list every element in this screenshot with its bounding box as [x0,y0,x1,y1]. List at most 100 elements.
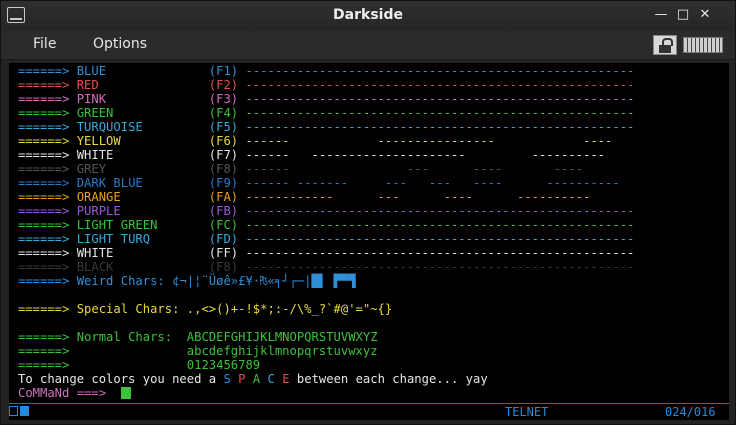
terminal-text: ----------------------------------------… [245,92,635,106]
terminal-line: ======> WHITE (F7) ------ --------------… [18,148,605,162]
terminal-text: ======> [18,78,77,92]
terminal-text: between each change... yay [296,372,488,386]
terminal-text: (F8) [208,260,246,274]
terminal-text: C [267,372,283,386]
terminal-text: CoMMaNd ===> [18,386,114,400]
terminal-cursor [120,387,131,399]
maximize-icon[interactable]: □ [675,7,691,23]
terminal-line: ======> TURQUOISE (F5) -----------------… [18,120,634,134]
terminal-text: (FA) [208,190,246,204]
terminal-text: A [252,372,268,386]
terminal-text: ----------------------------------------… [245,120,635,134]
terminal-text: (F9) [208,176,246,190]
terminal-text: LIGHT GREEN [76,218,158,232]
terminal-text: ======> [18,218,77,232]
terminal-text: YELLOW [76,134,121,148]
terminal-text: WHITE [76,148,114,162]
minimize-icon[interactable]: — [653,7,669,23]
terminal-text: (FF) [208,246,246,260]
terminal-line: ======> DARK BLUE (F9) ------ ------- --… [18,176,620,190]
terminal-screen[interactable]: ======> BLUE (F1) ----------------------… [9,63,729,403]
terminal-text: ======> [18,106,77,120]
close-icon[interactable]: ✕ [697,7,713,23]
app-window: Darkside — □ ✕ File Options ======> BLUE… [0,0,736,425]
terminal-text: WHITE [76,246,114,260]
terminal-text: (F1) [208,64,246,78]
terminal-line: CoMMaNd ===> [18,386,131,400]
menu-options[interactable]: Options [93,36,147,52]
terminal-text: ======> [18,260,77,274]
terminal-line: ======> Normal Chars: ABCDEFGHIJKLMNOPQR… [18,330,378,344]
terminal-text: GREEN [76,106,114,120]
terminal-text: ----------------------------------------… [245,218,635,232]
terminal-line: ======> Special Chars: .,<>()+-!$*;:-/\%… [18,302,392,316]
terminal-text: ======> [18,246,77,260]
terminal-text: ----------------------------------------… [245,204,635,218]
terminal-line: ======> LIGHT TURQ (FD) ----------------… [18,232,634,246]
keyboard-icon[interactable] [683,37,723,53]
terminal-line: ======> 0123456789 [18,358,260,372]
terminal-line: ======> BLACK (F8) ---------------------… [18,260,634,274]
terminal-text: ======> [18,134,77,148]
terminal-text: ======> [18,120,77,134]
terminal-line: ======> abcdefghijklmnopqrstuvwxyz [18,344,378,358]
terminal-text: ------ ---------------- ---- [245,134,613,148]
terminal-text: (F3) [208,92,246,106]
window-title: Darkside [333,7,403,23]
terminal-line: ======> YELLOW (F6) ------ -------------… [18,134,612,148]
terminal-line: ======> BLUE (F1) ----------------------… [18,64,634,78]
terminal-text: ======> [18,190,77,204]
terminal-text: ----------------------------------------… [245,246,635,260]
terminal-text: (F5) [208,120,246,134]
terminal-text: DARK BLUE [76,176,143,190]
terminal-text: E [282,372,297,386]
terminal-text: BLUE [76,64,107,78]
terminal-text: (F2) [208,78,246,92]
terminal-line: ======> Weird Chars: ¢¬|¦¨Üøê»£¥·₧«╕┘┌─|… [18,274,356,288]
menu-bar: File Options [1,31,735,60]
title-bar[interactable]: Darkside — □ ✕ [1,1,735,31]
terminal-text: ------ --------------------- ---------- [245,148,606,162]
terminal-text: ======> [18,344,77,358]
terminal-line: ======> PINK (F3) ----------------------… [18,92,634,106]
terminal-text: To change colors you need a [18,372,224,386]
lock-icon[interactable] [653,35,677,55]
terminal-text: PURPLE [76,204,121,218]
terminal-line: ======> WHITE (FF) ---------------------… [18,246,634,260]
terminal-text: (FC) [208,218,246,232]
terminal-text: ======> [18,64,77,78]
terminal-text: (F4) [208,106,246,120]
terminal-line: ======> LIGHT GREEN (FC) ---------------… [18,218,634,232]
terminal-text: ======> [18,302,77,316]
status-block-icon [20,406,29,416]
terminal-text: ORANGE [76,190,121,204]
terminal-text: ----------------------------------------… [245,232,635,246]
terminal-text: ------ --- ---- ---- [245,162,584,176]
terminal-line: ======> GREEN (F4) ---------------------… [18,106,634,120]
terminal-text: ======> [18,92,77,106]
terminal-text: ¢¬|¦¨Üøê»£¥·₧«╕┘┌─|█▌ ▛▀▜ [172,274,356,288]
terminal-text: PINK [76,92,107,106]
terminal-text: TURQUOISE [76,120,143,134]
terminal-text: ======> [18,358,77,372]
terminal-text: Weird Chars: [76,274,173,288]
terminal-text: ------------ --- ---- ---------- [245,190,591,204]
status-screen-icon [9,406,18,416]
terminal-text: ----------------------------------------… [245,64,635,78]
terminal-text: RED [76,78,99,92]
status-bar: TELNET 024/016 [9,403,729,420]
terminal-text: S [223,372,239,386]
menu-file[interactable]: File [33,36,56,52]
terminal-text: ======> [18,274,77,288]
terminal-text: ======> [18,148,77,162]
